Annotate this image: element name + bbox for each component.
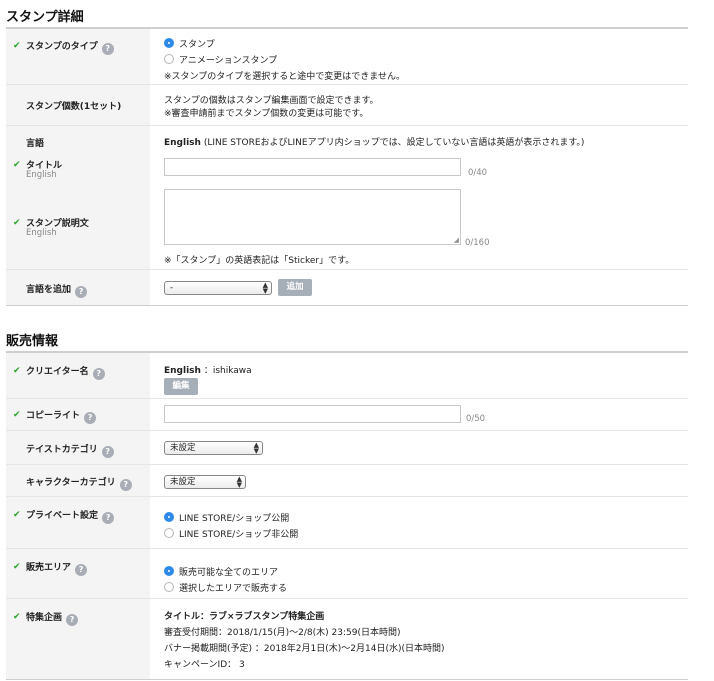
taste-category-select[interactable]: 未設定 ▲ ▼ bbox=[164, 441, 263, 455]
description-counter: 0/160 bbox=[465, 238, 490, 248]
check-icon: ✔ bbox=[13, 218, 21, 228]
help-icon[interactable]: ? bbox=[102, 512, 115, 524]
radio-selected-icon[interactable] bbox=[164, 512, 174, 522]
creator-name-label: クリエイター名 bbox=[26, 367, 89, 377]
check-icon: ✔ bbox=[13, 562, 21, 572]
row-sticker-count: スタンプ個数(1セット) スタンプの個数はスタンプ編集画面で設定できます。 ※審… bbox=[6, 85, 688, 126]
row-taste-category: テイストカテゴリ? 未設定 ▲ ▼ bbox=[6, 431, 688, 465]
check-icon: ✔ bbox=[13, 160, 21, 170]
sales-area-option-selected[interactable]: 選択したエリアで販売する bbox=[164, 581, 287, 594]
radio-selected-icon[interactable] bbox=[164, 566, 174, 576]
campaign-label: 特集企画 bbox=[26, 613, 63, 623]
sticker-details-title: スタンプ詳細 bbox=[6, 10, 84, 25]
help-icon[interactable]: ? bbox=[101, 446, 114, 458]
title-input[interactable] bbox=[164, 158, 461, 176]
check-icon: ✔ bbox=[13, 410, 21, 420]
sales-area-label: 販売エリア bbox=[26, 563, 72, 573]
sticker-type-option-static[interactable]: スタンプ bbox=[164, 37, 215, 50]
taste-category-label: テイストカテゴリ bbox=[26, 445, 98, 455]
row-character-category: キャラクターカテゴリ? 未設定 ▲ ▼ bbox=[6, 465, 688, 497]
row-sticker-type: ✔ スタンプのタイプ? スタンプ アニメーションスタンプ ※スタンプのタイプを選… bbox=[6, 29, 688, 85]
sales-info-title: 販売情報 bbox=[6, 334, 59, 349]
description-textarea[interactable]: ◢ bbox=[164, 189, 461, 245]
language-label: 言語 bbox=[26, 139, 45, 149]
private-option-private[interactable]: LINE STORE/ショップ非公開 bbox=[164, 527, 298, 540]
copyright-counter: 0/50 bbox=[466, 414, 486, 424]
radio-selected-icon[interactable] bbox=[164, 38, 174, 48]
language-value: English (LINE STOREおよびLINEアプリ内ショップでは、設定し… bbox=[164, 138, 585, 148]
help-icon[interactable]: ? bbox=[66, 614, 79, 626]
row-campaign: ✔ 特集企画? タイトル：ラブ×ラブスタンプ特集企画 審査受付期間：2018/1… bbox=[6, 599, 688, 679]
help-icon[interactable]: ? bbox=[101, 43, 114, 55]
help-icon[interactable]: ? bbox=[84, 412, 97, 424]
row-add-language: 言語を追加? - ▲ ▼ 追加 bbox=[6, 270, 688, 305]
check-icon: ✔ bbox=[13, 41, 21, 51]
description-note: ※「スタンプ」の英語表記は「Sticker」です。 bbox=[164, 256, 355, 266]
sticker-type-label: スタンプのタイプ bbox=[26, 42, 98, 52]
character-category-label: キャラクターカテゴリ bbox=[26, 478, 116, 488]
sticker-type-option-animated[interactable]: アニメーションスタンプ bbox=[164, 53, 277, 66]
campaign-review-period: 審査受付期間：2018/1/15(月)〜2/8(木) 23:59(日本時間) bbox=[164, 628, 401, 638]
private-setting-label: プライベート設定 bbox=[26, 511, 99, 521]
sticker-count-label: スタンプ個数(1セット) bbox=[26, 102, 122, 112]
private-option-public[interactable]: LINE STORE/ショップ公開 bbox=[164, 511, 289, 524]
help-icon[interactable]: ? bbox=[92, 368, 105, 380]
radio-unselected-icon[interactable] bbox=[164, 582, 174, 592]
row-private-setting: ✔ プライベート設定? LINE STORE/ショップ公開 LINE STORE… bbox=[6, 497, 688, 549]
resize-handle-icon[interactable]: ◢ bbox=[454, 236, 459, 244]
select-arrows-icon: ▲ ▼ bbox=[262, 281, 268, 295]
add-language-select[interactable]: - ▲ ▼ bbox=[164, 281, 272, 295]
add-language-label: 言語を追加 bbox=[26, 285, 72, 295]
help-icon[interactable]: ? bbox=[75, 564, 88, 576]
sticker-count-line1: スタンプの個数はスタンプ編集画面で設定できます。 bbox=[164, 96, 379, 106]
row-sales-area: ✔ 販売エリア? 販売可能な全てのエリア 選択したエリアで販売する bbox=[6, 549, 688, 599]
row-copyright: ✔ コピーライト? 0/50 bbox=[6, 399, 688, 431]
sales-area-option-all[interactable]: 販売可能な全てのエリア bbox=[164, 565, 278, 578]
check-icon: ✔ bbox=[13, 366, 21, 376]
help-icon[interactable]: ? bbox=[75, 286, 88, 298]
row-creator-name: ✔ クリエイター名? English ：ishikawa 編集 bbox=[6, 353, 688, 399]
title-sublabel: English bbox=[26, 170, 57, 180]
copyright-input[interactable] bbox=[164, 405, 461, 423]
campaign-title: タイトル：ラブ×ラブスタンプ特集企画 bbox=[164, 612, 325, 622]
sticker-count-line2: ※審査申請前までスタンプ個数の変更は可能です。 bbox=[164, 109, 369, 119]
select-arrows-icon: ▲ ▼ bbox=[253, 441, 259, 455]
copyright-label: コピーライト bbox=[26, 411, 81, 421]
description-sublabel: English bbox=[26, 228, 57, 238]
add-language-button[interactable]: 追加 bbox=[278, 279, 312, 296]
creator-name-value: English ：ishikawa bbox=[164, 366, 252, 376]
campaign-id: キャンペーンID： 3 bbox=[164, 660, 245, 670]
check-icon: ✔ bbox=[13, 510, 21, 520]
edit-creator-button[interactable]: 編集 bbox=[164, 378, 198, 395]
radio-unselected-icon[interactable] bbox=[164, 54, 174, 64]
sales-info-table: ✔ クリエイター名? English ：ishikawa 編集 ✔ コピーライト… bbox=[6, 351, 688, 680]
sticker-details-table: ✔ スタンプのタイプ? スタンプ アニメーションスタンプ ※スタンプのタイプを選… bbox=[6, 27, 688, 306]
radio-unselected-icon[interactable] bbox=[164, 528, 174, 538]
sticker-type-note: ※スタンプのタイプを選択すると途中で変更はできません。 bbox=[164, 72, 406, 82]
select-arrows-icon: ▲ ▼ bbox=[236, 475, 242, 489]
row-language-group: 言語 English (LINE STOREおよびLINEアプリ内ショップでは、… bbox=[6, 126, 688, 270]
help-icon[interactable]: ? bbox=[119, 479, 132, 491]
title-counter: 0/40 bbox=[468, 168, 488, 178]
character-category-select[interactable]: 未設定 ▲ ▼ bbox=[164, 475, 246, 489]
campaign-banner-period: バナー掲載期間(予定) ：2018年2月1日(木)〜2月14日(水)(日本時間) bbox=[164, 644, 445, 654]
check-icon: ✔ bbox=[13, 612, 21, 622]
